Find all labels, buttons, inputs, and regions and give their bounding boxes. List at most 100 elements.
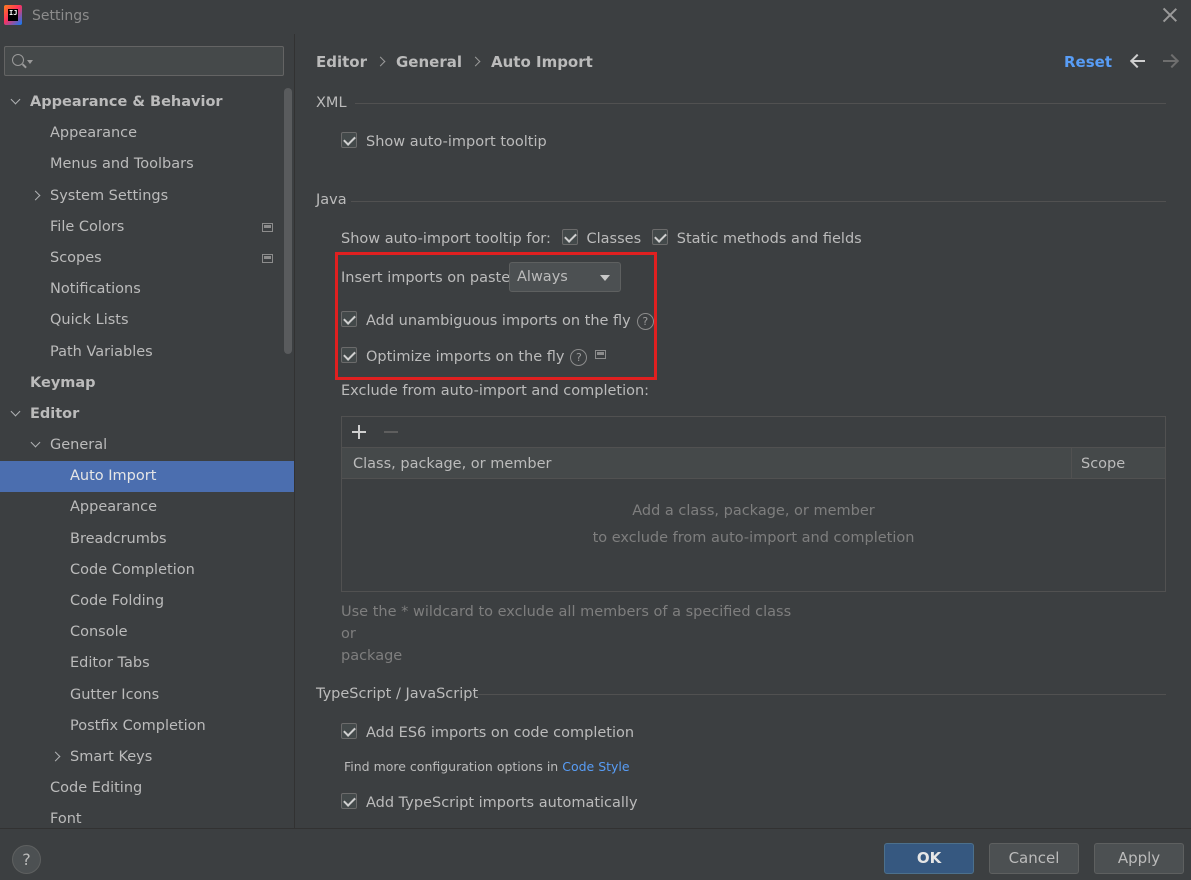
remove-icon[interactable]	[384, 431, 398, 433]
sidebar-item-auto-import[interactable]: Auto Import	[0, 461, 294, 493]
es6-imports-row[interactable]: Add ES6 imports on code completion	[341, 723, 634, 741]
window-title: Settings	[32, 8, 90, 24]
sidebar-item-label: Quick Lists	[50, 312, 129, 329]
exclude-label: Exclude from auto-import and completion:	[341, 383, 650, 399]
add-icon[interactable]	[352, 425, 366, 439]
search-history-caret-icon[interactable]	[27, 60, 33, 64]
chevron-right-icon[interactable]	[50, 751, 61, 762]
section-divider	[355, 103, 1166, 104]
breadcrumb-auto-import: Auto Import	[491, 53, 593, 71]
search-box[interactable]	[4, 46, 284, 76]
wildcard-hint-line1: Use the * wildcard to exclude all member…	[341, 604, 792, 642]
sidebar-item-scopes[interactable]: Scopes	[0, 243, 294, 274]
es6-imports-label: Add ES6 imports on code completion	[366, 725, 635, 741]
section-title-java: Java	[316, 192, 347, 208]
back-arrow-icon[interactable]	[1129, 52, 1147, 70]
ok-button[interactable]: OK	[884, 843, 974, 874]
sidebar-item-menus-and-toolbars[interactable]: Menus and Toolbars	[0, 149, 294, 180]
table-header: Class, package, or member Scope	[342, 448, 1165, 479]
java-static-label[interactable]: Static methods and fields	[677, 231, 862, 247]
sidebar-item-path-variables[interactable]: Path Variables	[0, 337, 294, 368]
sidebar-item-label: Editor	[30, 405, 80, 422]
sidebar-item-appearance-behavior[interactable]: Appearance & Behavior	[0, 87, 294, 118]
sidebar-item-gutter-icons[interactable]: Gutter Icons	[0, 680, 294, 711]
sidebar-item-system-settings[interactable]: System Settings	[0, 181, 294, 212]
chevron-down-icon[interactable]	[10, 94, 21, 105]
wildcard-hint: Use the * wildcard to exclude all member…	[341, 601, 801, 667]
table-empty-line2: to exclude from auto-import and completi…	[592, 530, 915, 546]
cancel-button[interactable]: Cancel	[989, 843, 1079, 874]
sidebar-item-label: System Settings	[50, 187, 169, 204]
java-static-checkbox[interactable]	[651, 229, 668, 245]
java-classes-label[interactable]: Classes	[587, 231, 642, 247]
table-empty-line1: Add a class, package, or member	[632, 503, 875, 519]
sidebar-item-label: Code Editing	[50, 780, 143, 797]
section-title-typescript: TypeScript / JavaScript	[316, 686, 479, 702]
sidebar-item-postfix-completion[interactable]: Postfix Completion	[0, 711, 294, 742]
java-classes-checkbox[interactable]	[561, 229, 578, 245]
sidebar-item-label: Breadcrumbs	[70, 530, 167, 547]
chevron-down-icon[interactable]	[10, 406, 21, 417]
sidebar-item-code-completion[interactable]: Code Completion	[0, 555, 294, 586]
sidebar-item-label: Appearance	[50, 125, 138, 142]
es6-imports-checkbox[interactable]	[341, 723, 357, 739]
column-divider[interactable]	[1071, 448, 1072, 478]
dialog-button-bar: ? OK Cancel Apply	[0, 828, 1191, 880]
sidebar-item-label: Font	[50, 811, 82, 828]
find-more-prefix: Find more configuration options in	[344, 759, 559, 774]
ts-auto-imports-row[interactable]: Add TypeScript imports automatically	[341, 793, 638, 811]
column-header-class[interactable]: Class, package, or member	[353, 456, 552, 472]
sidebar-item-label: Code Folding	[70, 593, 165, 609]
wildcard-hint-line2: package	[341, 648, 403, 664]
title-bar: IJ Settings	[0, 0, 1191, 34]
xml-show-tooltip-checkbox[interactable]	[341, 132, 357, 148]
breadcrumb: Editor General Auto Import	[316, 53, 593, 71]
sidebar-item-general[interactable]: General	[0, 430, 294, 461]
breadcrumb-separator-icon	[470, 56, 481, 67]
sidebar-item-label: Appearance & Behavior	[30, 94, 223, 110]
project-level-icon	[262, 222, 273, 232]
close-icon[interactable]	[1161, 6, 1179, 24]
sidebar-item-editor[interactable]: Editor	[0, 399, 294, 430]
sidebar-item-file-colors[interactable]: File Colors	[0, 212, 294, 243]
search-input[interactable]	[37, 49, 277, 73]
sidebar-item-label: File Colors	[50, 218, 125, 235]
sidebar-item-appearance[interactable]: Appearance	[0, 118, 294, 149]
sidebar-item-breadcrumbs[interactable]: Breadcrumbs	[0, 524, 294, 555]
sidebar-item-quick-lists[interactable]: Quick Lists	[0, 305, 294, 336]
sidebar-item-code-editing[interactable]: Code Editing	[0, 773, 294, 804]
section-divider	[477, 694, 1166, 695]
sidebar-item-label: Code Completion	[70, 561, 195, 578]
sidebar-item-smart-keys[interactable]: Smart Keys	[0, 742, 294, 773]
ts-auto-imports-checkbox[interactable]	[341, 793, 357, 809]
apply-button[interactable]: Apply	[1094, 843, 1184, 874]
sidebar-item-notifications[interactable]: Notifications	[0, 274, 294, 305]
sidebar-item-editor-tabs[interactable]: Editor Tabs	[0, 648, 294, 679]
reset-link[interactable]: Reset	[1064, 53, 1112, 71]
sidebar-scrollbar[interactable]	[284, 88, 292, 354]
sidebar-item-appearance[interactable]: Appearance	[0, 492, 294, 523]
sidebar-item-label: Menus and Toolbars	[50, 156, 194, 173]
find-more-text: Find more configuration options in Code …	[344, 759, 630, 774]
sidebar-item-font[interactable]: Font	[0, 804, 294, 828]
forward-arrow-icon[interactable]	[1161, 52, 1179, 70]
sidebar-item-code-folding[interactable]: Code Folding	[0, 586, 294, 617]
help-button[interactable]: ?	[12, 845, 41, 874]
xml-show-tooltip-row[interactable]: Show auto-import tooltip	[341, 132, 547, 150]
annotation-highlight-box	[335, 252, 657, 380]
chevron-down-icon[interactable]	[30, 437, 41, 448]
intellij-logo-icon: IJ	[4, 5, 22, 25]
chevron-right-icon[interactable]	[30, 190, 41, 201]
sidebar-item-label: Gutter Icons	[70, 686, 160, 703]
settings-sidebar: Appearance & Behavior Appearance Menus and…	[0, 34, 294, 828]
code-style-link[interactable]: Code Style	[562, 759, 629, 774]
sidebar-item-console[interactable]: Console	[0, 617, 294, 648]
sidebar-item-label: Editor Tabs	[70, 655, 150, 672]
section-title-xml: XML	[316, 95, 347, 111]
breadcrumb-separator-icon	[375, 56, 386, 67]
breadcrumb-editor: Editor	[316, 53, 367, 71]
column-header-scope[interactable]: Scope	[1081, 456, 1125, 472]
search-icon[interactable]	[12, 54, 24, 66]
sidebar-item-keymap[interactable]: Keymap	[0, 368, 294, 399]
sidebar-item-label: Postfix Completion	[70, 717, 206, 734]
